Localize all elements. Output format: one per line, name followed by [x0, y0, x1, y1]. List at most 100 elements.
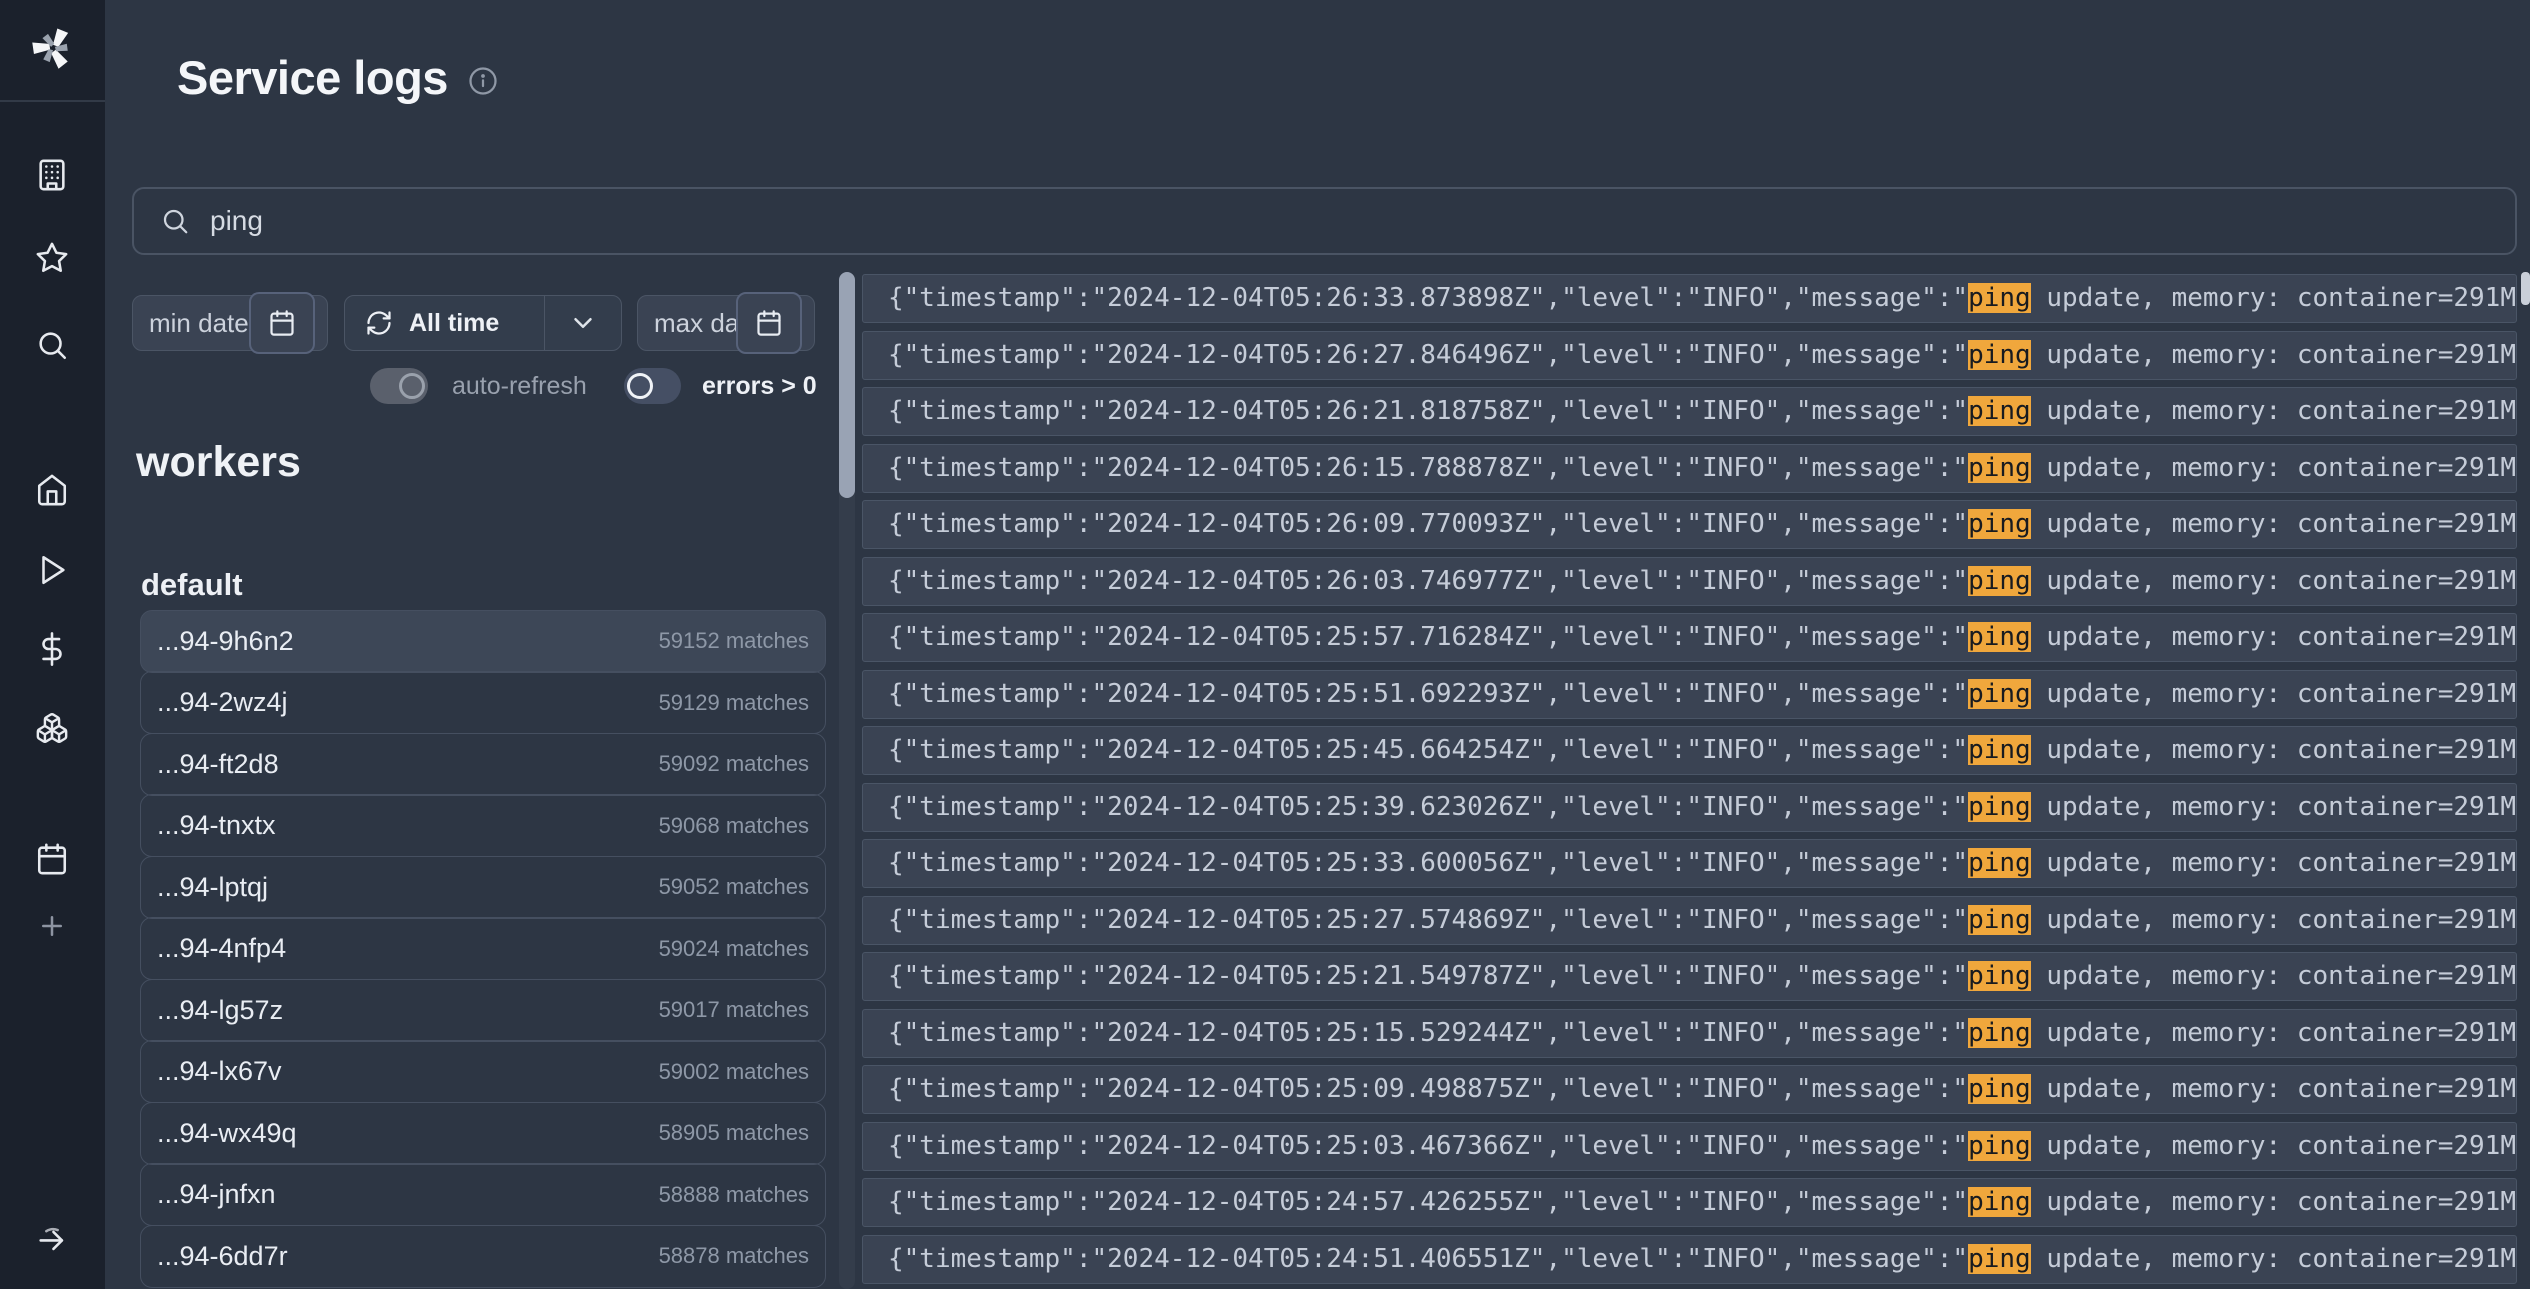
worker-name: ...94-jnfxn	[157, 1179, 276, 1210]
log-list-scrollbar-thumb[interactable]	[839, 272, 855, 498]
log-row[interactable]: {"timestamp":"2024-12-04T05:25:09.498875…	[862, 1065, 2517, 1114]
log-row[interactable]: {"timestamp":"2024-12-04T05:26:21.818758…	[862, 387, 2517, 436]
time-range-label: All time	[409, 309, 499, 338]
worker-list-item[interactable]: ...94-2wz4j 59129 matches	[140, 671, 826, 734]
auto-refresh-toggle[interactable]	[370, 368, 428, 404]
log-row[interactable]: {"timestamp":"2024-12-04T05:26:09.770093…	[862, 500, 2517, 549]
log-json-middle: ","level":"INFO","message":"	[1530, 566, 1968, 596]
search-magnifier-icon	[160, 206, 190, 236]
worker-list-item[interactable]: ...94-lptqj 59052 matches	[140, 856, 826, 919]
star-icon[interactable]	[35, 241, 69, 275]
search-icon[interactable]	[35, 328, 69, 362]
log-json-prefix: {"timestamp":"	[888, 792, 1107, 822]
log-highlight-match: ping	[1968, 340, 2031, 370]
log-message-rest: update, memory: container=291MB	[2031, 1187, 2517, 1217]
log-row[interactable]: {"timestamp":"2024-12-04T05:25:45.664254…	[862, 726, 2517, 775]
log-row[interactable]: {"timestamp":"2024-12-04T05:26:03.746977…	[862, 557, 2517, 606]
log-timestamp: 2024-12-04T05:25:51.692293Z	[1107, 679, 1530, 709]
worker-list-item[interactable]: ...94-9h6n2 59152 matches	[140, 610, 826, 673]
worker-list-item[interactable]: ...94-tnxtx 59068 matches	[140, 794, 826, 857]
play-icon[interactable]	[35, 553, 69, 587]
log-highlight-match: ping	[1968, 679, 2031, 709]
worker-list-item[interactable]: ...94-lx67v 59002 matches	[140, 1040, 826, 1103]
max-date-input[interactable]: max date	[637, 295, 815, 351]
log-json-prefix: {"timestamp":"	[888, 1074, 1107, 1104]
min-date-input[interactable]: min date	[132, 295, 328, 351]
log-json-prefix: {"timestamp":"	[888, 1131, 1107, 1161]
log-row[interactable]: {"timestamp":"2024-12-04T05:26:15.788878…	[862, 444, 2517, 493]
log-message-rest: update, memory: container=291MB	[2031, 1074, 2517, 1104]
log-timestamp: 2024-12-04T05:25:33.600056Z	[1107, 848, 1530, 878]
log-timestamp: 2024-12-04T05:25:39.623026Z	[1107, 792, 1530, 822]
worker-name: ...94-ft2d8	[157, 749, 279, 780]
search-input[interactable]: ping	[132, 187, 2517, 255]
worker-group-label: default	[141, 567, 243, 603]
worker-name: ...94-6dd7r	[157, 1241, 288, 1272]
log-json-prefix: {"timestamp":"	[888, 340, 1107, 370]
log-json-middle: ","level":"INFO","message":"	[1530, 792, 1968, 822]
search-input-value: ping	[210, 205, 263, 237]
boxes-icon[interactable]	[35, 711, 69, 745]
worker-list-item[interactable]: ...94-6dd7r 58878 matches	[140, 1225, 826, 1288]
home-icon[interactable]	[35, 473, 69, 507]
worker-list-item[interactable]: ...94-4nfp4 59024 matches	[140, 917, 826, 980]
dollar-sign-icon[interactable]	[35, 632, 69, 666]
worker-match-count: 59024 matches	[659, 936, 809, 962]
building-icon[interactable]	[35, 158, 69, 192]
app-root: Service logs ping min date	[0, 0, 2530, 1289]
calendar-icon[interactable]	[35, 842, 69, 876]
max-date-calendar-button[interactable]	[736, 292, 802, 354]
log-message-rest: update, memory: container=291MB	[2031, 453, 2517, 483]
page-scrollbar-thumb[interactable]	[2521, 272, 2530, 305]
log-row[interactable]: {"timestamp":"2024-12-04T05:26:33.873898…	[862, 274, 2517, 323]
log-row[interactable]: {"timestamp":"2024-12-04T05:25:57.716284…	[862, 613, 2517, 662]
info-icon[interactable]	[468, 66, 498, 96]
log-message-rest: update, memory: container=291MB	[2031, 905, 2517, 935]
log-highlight-match: ping	[1968, 1131, 2031, 1161]
log-json-middle: ","level":"INFO","message":"	[1530, 283, 1968, 313]
log-timestamp: 2024-12-04T05:26:33.873898Z	[1107, 283, 1530, 313]
log-list-scrollbar[interactable]	[839, 272, 855, 1289]
auto-refresh-label: auto-refresh	[452, 368, 587, 404]
log-highlight-match: ping	[1968, 848, 2031, 878]
worker-list-item[interactable]: ...94-ft2d8 59092 matches	[140, 733, 826, 796]
worker-name: ...94-wx49q	[157, 1118, 297, 1149]
log-row[interactable]: {"timestamp":"2024-12-04T05:24:51.406551…	[862, 1235, 2517, 1284]
expand-arrow-icon[interactable]	[35, 1222, 69, 1256]
worker-list-item[interactable]: ...94-lg57z 59017 matches	[140, 979, 826, 1042]
log-row[interactable]: {"timestamp":"2024-12-04T05:25:39.623026…	[862, 783, 2517, 832]
log-highlight-match: ping	[1968, 509, 2031, 539]
worker-list-item[interactable]: ...94-jnfxn 58888 matches	[140, 1163, 826, 1226]
log-highlight-match: ping	[1968, 1074, 2031, 1104]
min-date-calendar-button[interactable]	[249, 292, 315, 354]
log-row[interactable]: {"timestamp":"2024-12-04T05:25:27.574869…	[862, 896, 2517, 945]
log-json-prefix: {"timestamp":"	[888, 961, 1107, 991]
log-row[interactable]: {"timestamp":"2024-12-04T05:25:15.529244…	[862, 1009, 2517, 1058]
plus-icon[interactable]	[37, 911, 67, 941]
log-row[interactable]: {"timestamp":"2024-12-04T05:25:03.467366…	[862, 1122, 2517, 1171]
worker-match-count: 59092 matches	[659, 751, 809, 777]
windmill-logo-icon[interactable]	[27, 22, 79, 74]
log-row[interactable]: {"timestamp":"2024-12-04T05:25:21.549787…	[862, 952, 2517, 1001]
log-message-rest: update, memory: container=291MB	[2031, 622, 2517, 652]
log-highlight-match: ping	[1968, 283, 2031, 313]
log-row[interactable]: {"timestamp":"2024-12-04T05:25:51.692293…	[862, 670, 2517, 719]
log-json-middle: ","level":"INFO","message":"	[1530, 622, 1968, 652]
worker-list-item[interactable]: ...94-wx49q 58905 matches	[140, 1102, 826, 1165]
time-range-dropdown-button[interactable]	[545, 308, 621, 338]
log-message-rest: update, memory: container=291MB	[2031, 396, 2517, 426]
log-message-rest: update, memory: container=291MB	[2031, 679, 2517, 709]
log-json-prefix: {"timestamp":"	[888, 283, 1107, 313]
time-range-main[interactable]: All time	[345, 309, 544, 338]
worker-name: ...94-2wz4j	[157, 687, 288, 718]
log-row[interactable]: {"timestamp":"2024-12-04T05:24:57.426255…	[862, 1178, 2517, 1227]
errors-toggle[interactable]	[624, 368, 681, 404]
log-json-middle: ","level":"INFO","message":"	[1530, 1244, 1968, 1274]
log-timestamp: 2024-12-04T05:24:51.406551Z	[1107, 1244, 1530, 1274]
log-json-middle: ","level":"INFO","message":"	[1530, 453, 1968, 483]
time-range-button[interactable]: All time	[344, 295, 622, 351]
log-row[interactable]: {"timestamp":"2024-12-04T05:25:33.600056…	[862, 839, 2517, 888]
worker-name: ...94-tnxtx	[157, 810, 276, 841]
worker-list: ...94-9h6n2 59152 matches ...94-2wz4j 59…	[140, 611, 826, 1288]
log-row[interactable]: {"timestamp":"2024-12-04T05:26:27.846496…	[862, 331, 2517, 380]
